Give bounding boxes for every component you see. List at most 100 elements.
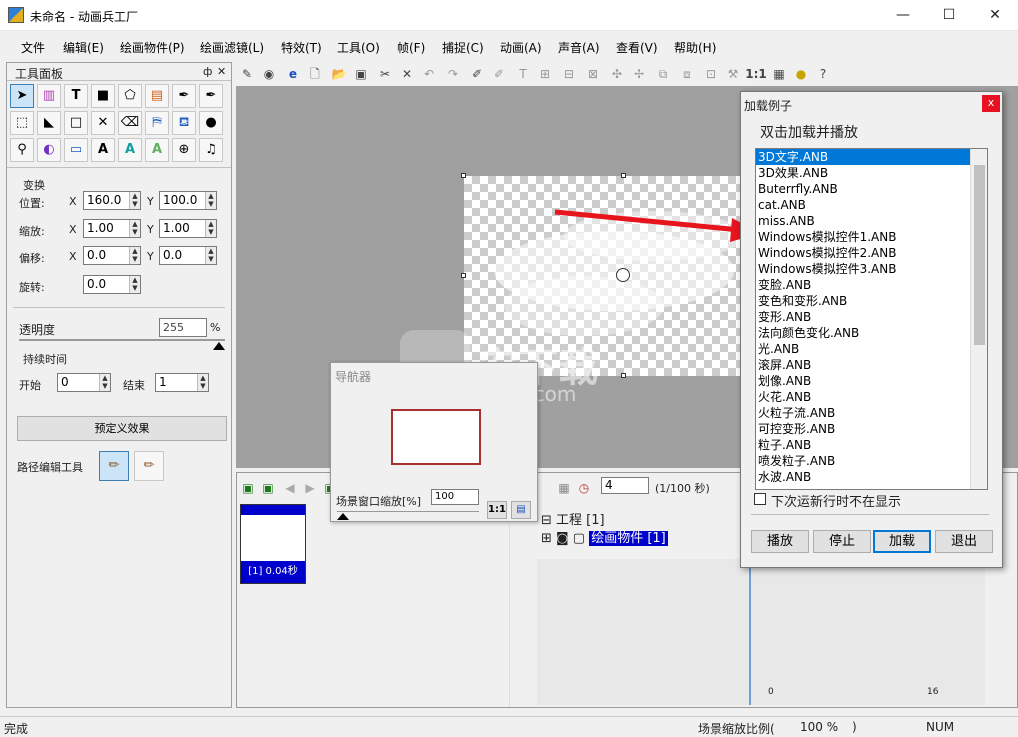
- circle-icon[interactable]: ●: [792, 65, 810, 83]
- spin-arrows-icon[interactable]: ▲ ▼: [129, 192, 140, 209]
- rotation-center-icon[interactable]: [616, 268, 630, 282]
- zoom-icon[interactable]: ⊕: [172, 138, 196, 162]
- example-list-item[interactable]: Windows模拟控件2.ANB: [756, 245, 987, 261]
- ungroup-icon[interactable]: ✣: [608, 65, 626, 83]
- frame-thumbnail[interactable]: [1] 0.04秒: [240, 504, 306, 584]
- example-list-item[interactable]: 变形.ANB: [756, 309, 987, 325]
- project-tree-label[interactable]: ⊟ 工程 [1]: [541, 509, 605, 528]
- marquee-icon[interactable]: ⬚: [10, 111, 34, 135]
- polygon-icon[interactable]: ⬠: [118, 84, 142, 108]
- menu-capture[interactable]: 捕捉(C): [442, 39, 484, 56]
- position-y-input[interactable]: 100.0 ▲ ▼: [159, 191, 217, 210]
- new-file-icon[interactable]: 🗋: [306, 65, 324, 83]
- spin-arrows-icon[interactable]: ▲ ▼: [205, 192, 216, 209]
- menu-edit[interactable]: 编辑(E): [63, 39, 104, 56]
- frame-add-icon[interactable]: ▣: [239, 479, 257, 497]
- group-icon[interactable]: ⊠: [584, 65, 602, 83]
- example-list-item[interactable]: 喷发粒子.ANB: [756, 453, 987, 469]
- menu-draw-filter[interactable]: 绘画滤镜(L): [200, 39, 264, 56]
- navigator-slider-thumb[interactable]: [337, 513, 349, 520]
- clock-icon[interactable]: ◷: [575, 479, 593, 497]
- fps-input[interactable]: 4: [601, 477, 649, 494]
- node-select-icon[interactable]: ◣: [37, 111, 61, 135]
- position-x-input[interactable]: 160.0 ▲ ▼: [83, 191, 141, 210]
- select-arrow-icon[interactable]: ➤: [10, 84, 34, 108]
- spin-arrows-icon[interactable]: ▲ ▼: [197, 374, 208, 391]
- menu-draw-object[interactable]: 绘画物件(P): [120, 39, 185, 56]
- example-list-item[interactable]: 可控变形.ANB: [756, 421, 987, 437]
- example-list-item[interactable]: 变色和变形.ANB: [756, 293, 987, 309]
- navigator-zoom-input[interactable]: 100: [431, 489, 479, 505]
- pin-icon[interactable]: ф: [203, 65, 212, 78]
- end-input[interactable]: 1 ▲ ▼: [155, 373, 209, 392]
- text-color-icon[interactable]: A: [118, 138, 142, 162]
- lock-icon[interactable]: ⊡: [702, 65, 720, 83]
- align-icon[interactable]: ⊞: [536, 65, 554, 83]
- pen-remove-icon[interactable]: ✒: [199, 84, 223, 108]
- example-list-item[interactable]: 划像.ANB: [756, 373, 987, 389]
- example-list-item[interactable]: miss.ANB: [756, 213, 987, 229]
- pen-icon[interactable]: ✎: [238, 65, 256, 83]
- navigator-fit-icon[interactable]: ▤: [511, 501, 531, 519]
- menu-file[interactable]: 文件: [21, 39, 45, 56]
- spin-arrows-icon[interactable]: ▲ ▼: [129, 247, 140, 264]
- menu-animation[interactable]: 动画(A): [500, 39, 542, 56]
- close-button[interactable]: ✕: [972, 0, 1018, 31]
- dialog-close-button[interactable]: x: [982, 95, 1000, 112]
- transform-icon[interactable]: ✢: [630, 65, 648, 83]
- track-area[interactable]: [537, 559, 985, 705]
- paint-bucket-icon[interactable]: ⛿: [145, 111, 169, 135]
- example-list-item[interactable]: cat.ANB: [756, 197, 987, 213]
- dont-show-checkbox[interactable]: [754, 493, 766, 505]
- eraser-icon[interactable]: ⌫: [118, 111, 142, 135]
- eye-icon[interactable]: ◉: [260, 65, 278, 83]
- navigator-slider-track[interactable]: [337, 511, 479, 512]
- menu-effects[interactable]: 特效(T): [281, 39, 322, 56]
- example-list-item[interactable]: 水波.ANB: [756, 469, 987, 485]
- object-tree-item[interactable]: ⊞ ◙ ▢ 绘画物件 [1]: [541, 527, 668, 546]
- pen-add-icon[interactable]: ✒: [172, 84, 196, 108]
- text-outline-icon[interactable]: A: [91, 138, 115, 162]
- image-icon[interactable]: ▤: [145, 84, 169, 108]
- ie-icon[interactable]: e: [284, 65, 302, 83]
- menu-view[interactable]: 查看(V): [616, 39, 658, 56]
- playhead[interactable]: [749, 559, 751, 705]
- example-list-item[interactable]: 粒子.ANB: [756, 437, 987, 453]
- send-back-icon[interactable]: ⧈: [678, 65, 696, 83]
- grid-icon[interactable]: ▦: [770, 65, 788, 83]
- menu-sound[interactable]: 声音(A): [558, 39, 600, 56]
- scale-x-input[interactable]: 1.00 ▲ ▼: [83, 219, 141, 238]
- start-input[interactable]: 0 ▲ ▼: [57, 373, 111, 392]
- opacity-input[interactable]: 255: [159, 318, 207, 337]
- layers-icon[interactable]: ▦: [555, 479, 573, 497]
- minimize-button[interactable]: —: [880, 0, 926, 31]
- timeline-scrollbar[interactable]: [509, 525, 525, 707]
- cut-icon[interactable]: ✂: [376, 65, 394, 83]
- remove-point-icon[interactable]: ✐: [490, 65, 508, 83]
- spin-arrows-icon[interactable]: ▲ ▼: [205, 247, 216, 264]
- text-tool-icon[interactable]: T: [514, 65, 532, 83]
- wand-icon[interactable]: ⚒: [724, 65, 742, 83]
- panel-close-icon[interactable]: ✕: [217, 65, 226, 78]
- resize-handle[interactable]: [621, 173, 626, 178]
- load-button[interactable]: 加载: [873, 530, 931, 553]
- example-list-item[interactable]: Buterrfly.ANB: [756, 181, 987, 197]
- example-list-item[interactable]: 法向颜色变化.ANB: [756, 325, 987, 341]
- navigator-ratio-button[interactable]: 1:1: [487, 501, 507, 519]
- eyedropper-icon[interactable]: ⚲: [10, 138, 34, 162]
- gradient-icon[interactable]: ◐: [37, 138, 61, 162]
- next-icon[interactable]: ▶: [301, 479, 319, 497]
- skew-y-input[interactable]: 0.0 ▲ ▼: [159, 246, 217, 265]
- add-point-icon[interactable]: ✐: [468, 65, 486, 83]
- spin-arrows-icon[interactable]: ▲ ▼: [99, 374, 110, 391]
- transform-tool-icon[interactable]: ✕: [91, 111, 115, 135]
- opacity-slider-thumb[interactable]: [213, 342, 225, 350]
- scrollbar-thumb[interactable]: [974, 165, 985, 345]
- text-icon[interactable]: T: [64, 84, 88, 108]
- preset-effects-button[interactable]: 预定义效果: [17, 416, 227, 441]
- open-folder-icon[interactable]: 📂: [330, 65, 348, 83]
- resize-handle[interactable]: [621, 373, 626, 378]
- skew-x-input[interactable]: 0.0 ▲ ▼: [83, 246, 141, 265]
- redo-icon[interactable]: ↷: [444, 65, 462, 83]
- example-list-scrollbar[interactable]: [970, 149, 987, 489]
